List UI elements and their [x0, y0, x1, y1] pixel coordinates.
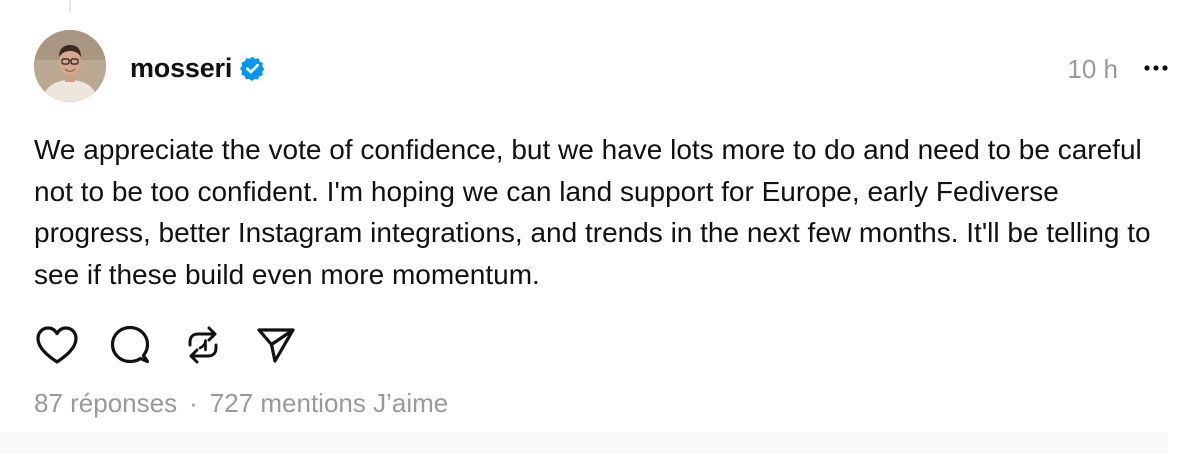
send-icon — [256, 325, 296, 365]
stats-separator: · — [189, 388, 198, 418]
comment-icon — [109, 324, 151, 366]
post-body-text: We appreciate the vote of confidence, bu… — [34, 134, 1151, 290]
likes-count[interactable]: 727 mentions J’aime — [210, 388, 448, 419]
next-post-edge — [0, 432, 1168, 454]
author-username[interactable]: mosseri — [130, 53, 232, 84]
more-options-icon[interactable] — [1142, 60, 1170, 76]
author-avatar[interactable] — [34, 30, 106, 102]
post-stats: 87 réponses · 727 mentions J’aime — [34, 388, 448, 419]
heart-icon — [35, 325, 79, 365]
post-timestamp[interactable]: 10 h — [1067, 54, 1118, 85]
post-actions — [34, 322, 326, 368]
repost-button[interactable] — [180, 322, 226, 368]
share-button[interactable] — [253, 322, 299, 368]
replies-count[interactable]: 87 réponses — [34, 388, 177, 419]
author-header: mosseri — [130, 51, 266, 85]
repost-icon — [185, 325, 221, 365]
verified-badge-icon — [239, 55, 266, 82]
reply-button[interactable] — [107, 322, 153, 368]
thread-post: mosseri 10 h We appreciate the vote of c… — [0, 0, 1186, 454]
like-button[interactable] — [34, 322, 80, 368]
